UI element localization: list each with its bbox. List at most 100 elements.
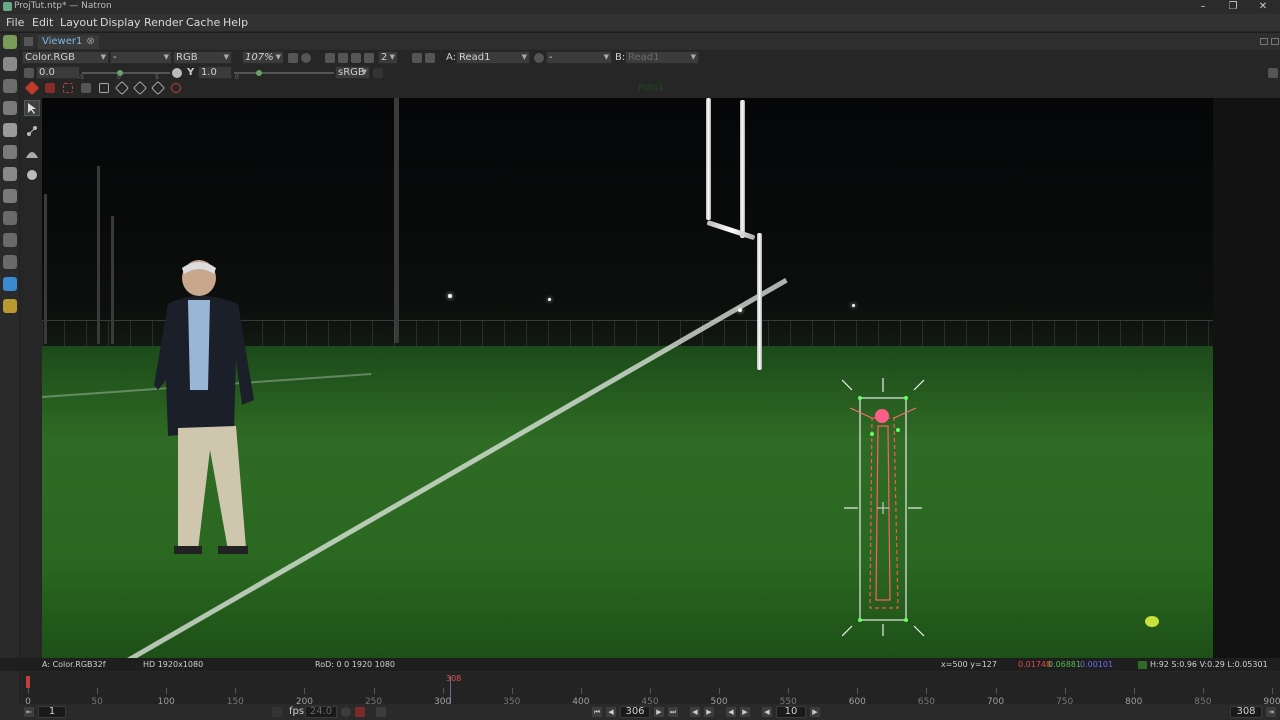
input-a-select[interactable]: Read1 ▼ — [456, 51, 530, 64]
timeline[interactable]: 308 0 50 100 150 200 250 300 350 400 450 500 550 600… — [22, 672, 1280, 707]
channel-tool-icon[interactable] — [3, 101, 17, 115]
current-frame-field[interactable]: 306 — [620, 706, 650, 718]
refresh-viewer-icon[interactable] — [351, 53, 361, 63]
zoom-select[interactable]: 107% ▼ — [242, 51, 284, 64]
auto-keying-icon[interactable] — [24, 80, 40, 96]
close-window-button[interactable]: ✕ — [1248, 0, 1278, 14]
play-forward-icon[interactable]: ▶ — [654, 707, 664, 717]
menu-file[interactable]: File — [6, 16, 24, 29]
first-frame-field[interactable]: 1 — [38, 706, 66, 718]
gmic-tool-icon[interactable] — [3, 277, 17, 291]
gain-field[interactable]: 0.0 — [36, 66, 80, 79]
extra-tool-icon[interactable] — [3, 299, 17, 313]
rectangle-select-icon[interactable] — [99, 83, 109, 93]
input-b-select[interactable]: Read1 ▼ — [625, 51, 699, 64]
natron-app-icon — [3, 2, 12, 11]
composite-operator-icon[interactable] — [534, 53, 544, 63]
last-frame-field[interactable]: 308 — [1230, 706, 1262, 718]
filter-tool-icon[interactable] — [3, 145, 17, 159]
add-keyframe-icon[interactable] — [132, 80, 148, 96]
bbox-click-anywhere-icon[interactable] — [81, 83, 91, 93]
menu-display[interactable]: Display — [100, 16, 141, 29]
node-toolbar — [0, 33, 20, 720]
previous-keyframe-icon[interactable]: ◀ — [690, 707, 700, 717]
feather-link-icon[interactable] — [45, 83, 55, 93]
display-channels-select[interactable]: RGB ▼ — [173, 51, 232, 64]
fps-field[interactable]: 24.0 — [305, 706, 337, 718]
colorspace-select[interactable]: sRGB ▼ — [335, 66, 370, 79]
step-forward-icon[interactable]: ▶ — [810, 707, 820, 717]
play-backward-icon[interactable]: ◀ — [606, 707, 616, 717]
float-pane-icon[interactable] — [1260, 38, 1268, 45]
gain-toggle-icon[interactable] — [24, 68, 34, 78]
alpha-channel-select[interactable]: - ▼ — [110, 51, 172, 64]
proxy-mode-icon[interactable] — [364, 53, 374, 63]
set-in-point-icon[interactable]: ⇤ — [24, 707, 34, 717]
menu-render[interactable]: Render — [144, 16, 183, 29]
tab-viewer1[interactable]: Viewer1 ⊗ — [38, 35, 99, 49]
multiview-tool-icon[interactable] — [3, 233, 17, 247]
previous-increment-icon[interactable]: ◀ — [726, 707, 736, 717]
menu-edit[interactable]: Edit — [32, 16, 53, 29]
ripple-edit-icon[interactable] — [114, 80, 130, 96]
light-pole — [97, 166, 100, 344]
proxy-level-select[interactable]: 2 ▼ — [378, 51, 398, 64]
go-last-frame-icon[interactable]: ⏭ — [668, 707, 678, 717]
menu-help[interactable]: Help — [223, 16, 248, 29]
close-tab-icon[interactable]: ⊗ — [86, 36, 94, 47]
next-keyframe-icon[interactable]: ▶ — [704, 707, 714, 717]
center-viewer-icon[interactable] — [301, 53, 311, 63]
auto-contrast-icon[interactable] — [172, 68, 182, 78]
pixel-red-value: 0.01748 — [1018, 660, 1052, 669]
points-tool-icon[interactable] — [25, 124, 39, 138]
frame-increment-field[interactable]: 10 — [776, 706, 806, 718]
step-back-icon[interactable]: ◀ — [762, 707, 772, 717]
paint-tool-icon[interactable] — [3, 57, 17, 71]
turbo-mode-icon[interactable] — [272, 707, 282, 717]
timeline-start-marker[interactable] — [26, 676, 30, 688]
remove-keyframe-icon[interactable] — [150, 80, 166, 96]
gamma-tick: 0 — [235, 74, 239, 81]
sticky-selection-icon[interactable] — [63, 83, 73, 93]
fps-lock-icon[interactable] — [341, 707, 351, 717]
region-of-interest-icon[interactable] — [338, 53, 348, 63]
set-out-point-icon[interactable]: ⇥ — [1266, 707, 1276, 717]
loop-mode-icon[interactable] — [376, 707, 386, 717]
other-tool-icon[interactable] — [3, 255, 17, 269]
transform-tool-icon[interactable] — [3, 211, 17, 225]
image-tool-icon[interactable] — [3, 35, 17, 49]
maximize-button[interactable]: ❐ — [1218, 0, 1248, 14]
color-picker-icon[interactable] — [1268, 68, 1278, 78]
close-pane-icon[interactable] — [1271, 38, 1279, 45]
menu-layout[interactable]: Layout — [60, 16, 97, 29]
merge-tool-icon[interactable] — [3, 189, 17, 203]
composite-operator-select[interactable]: - ▼ — [546, 51, 612, 64]
sync-viewers-icon[interactable] — [288, 53, 298, 63]
show-transform-icon[interactable] — [171, 83, 181, 93]
clip-to-project-icon[interactable] — [325, 53, 335, 63]
viewer-viewport[interactable] — [42, 98, 1213, 658]
roto-shape-overlay[interactable] — [842, 378, 932, 638]
format-info: HD 1920x1080 — [143, 660, 204, 669]
checkerboard-icon[interactable] — [373, 68, 383, 78]
timeline-tick-mark — [304, 688, 306, 694]
timeline-tick-mark — [857, 688, 859, 694]
layer-select[interactable]: Color.RGB ▼ — [22, 51, 109, 64]
menu-cache[interactable]: Cache — [186, 16, 220, 29]
next-increment-icon[interactable]: ▶ — [740, 707, 750, 717]
time-tool-icon[interactable] — [3, 79, 17, 93]
render-icon[interactable] — [412, 53, 422, 63]
go-first-frame-icon[interactable]: ⏮ — [592, 707, 602, 717]
gamma-slider[interactable] — [234, 70, 334, 76]
gamma-field[interactable]: 1.0 — [198, 66, 232, 79]
select-tool-icon[interactable] — [24, 100, 40, 116]
render-range-icon[interactable] — [355, 707, 365, 717]
minimize-button[interactable]: – — [1188, 0, 1218, 14]
pause-updates-icon[interactable] — [425, 53, 435, 63]
bezier-tool-icon[interactable] — [25, 146, 39, 160]
keyer-tool-icon[interactable] — [3, 167, 17, 181]
color-tool-icon[interactable] — [3, 123, 17, 137]
brush-tool-icon[interactable] — [25, 168, 39, 182]
pane-layout-icon[interactable] — [24, 37, 33, 46]
gamma-slider-knob[interactable] — [256, 70, 262, 76]
